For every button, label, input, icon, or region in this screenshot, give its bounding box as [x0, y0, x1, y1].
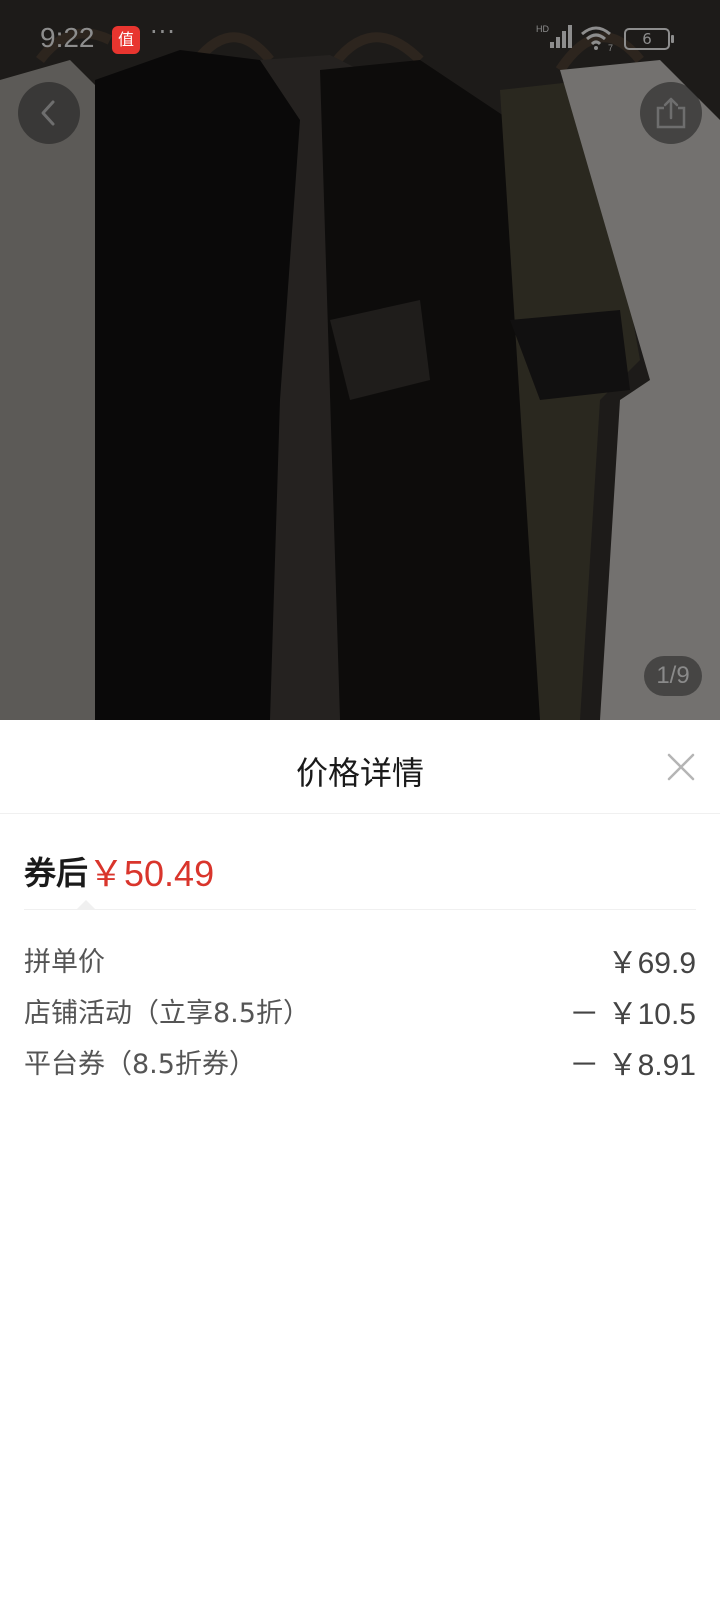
price-details-sheet: 价格详情 券后 ￥50.49 拼单价 ￥69.9 店铺活动（立享8.5折） － … [0, 720, 720, 1600]
after-coupon-label: 券后 [24, 854, 89, 892]
price-row-label: 拼单价 [24, 947, 105, 978]
price-row-label: 店铺活动（立享8.5折） [24, 998, 310, 1029]
close-button[interactable] [664, 750, 698, 784]
battery-icon: 6 [624, 28, 674, 50]
product-image [0, 0, 720, 720]
modal-backdrop[interactable] [0, 0, 720, 720]
signal-icon: HD [536, 22, 572, 54]
divider-notch [76, 900, 96, 910]
wifi-icon: 7 [580, 24, 616, 56]
price-row-value: － ￥10.5 [569, 997, 696, 1031]
share-button[interactable] [640, 82, 702, 144]
price-row-value: － ￥8.91 [569, 1048, 696, 1082]
price-breakdown-list: 拼单价 ￥69.9 店铺活动（立享8.5折） － ￥10.5 平台券（8.5折券… [0, 910, 720, 1087]
price-row-platform-coupon: 平台券（8.5折券） － ￥8.91 [24, 1036, 696, 1087]
chevron-left-icon [41, 100, 55, 126]
status-time: 9:22 [40, 22, 95, 53]
price-summary: 券后 ￥50.49 [24, 814, 696, 910]
price-row-label: 平台券（8.5折券） [24, 1049, 256, 1080]
close-icon [667, 753, 695, 781]
status-bar: 9:22 值 ··· HD 7 6 [0, 0, 720, 80]
signal-hd-label: HD [536, 24, 549, 34]
price-row-group-price: 拼单价 ￥69.9 [24, 934, 696, 985]
after-coupon-price: ￥50.49 [88, 853, 215, 894]
image-page-indicator: 1/9 [644, 656, 702, 696]
price-row-value: ￥69.9 [607, 946, 696, 980]
share-icon [656, 97, 686, 129]
more-notifications-icon: ··· [150, 18, 176, 46]
sheet-title: 价格详情 [295, 754, 424, 792]
sheet-header: 价格详情 [0, 720, 720, 814]
back-button[interactable] [18, 82, 80, 144]
price-row-store-promotion: 店铺活动（立享8.5折） － ￥10.5 [24, 985, 696, 1036]
notification-badge: 值 [112, 26, 140, 54]
wifi-label: 7 [608, 43, 613, 52]
